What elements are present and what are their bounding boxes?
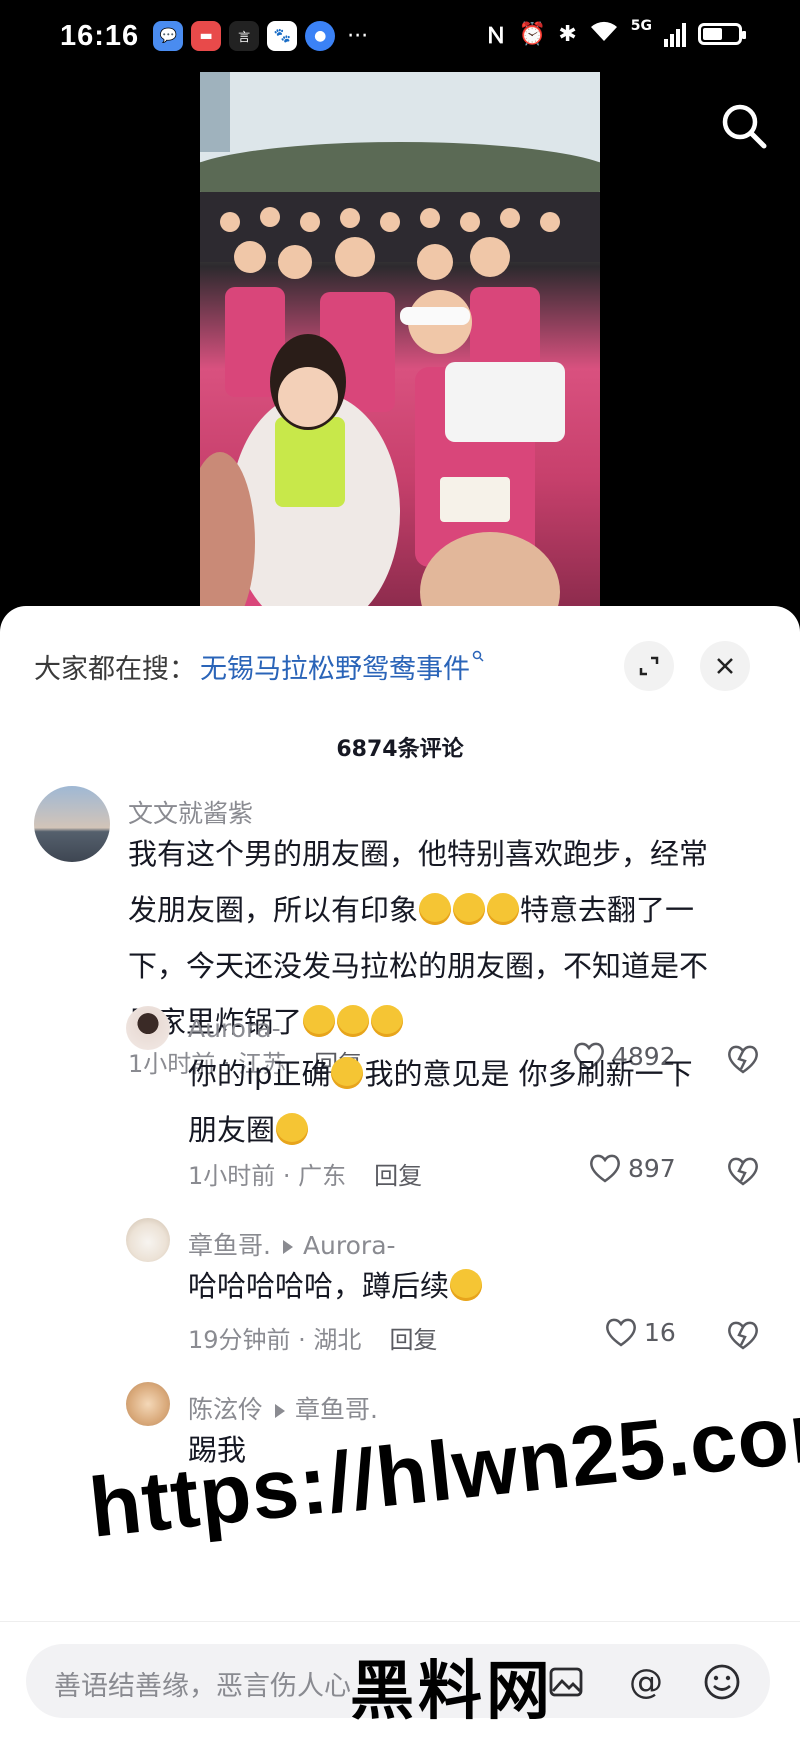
mention-icon[interactable]: @ [626, 1662, 666, 1702]
comment-line: 下，今天还没发马拉松的朋友圈，不知道是不 [128, 949, 709, 983]
trending-search-link[interactable]: 无锡马拉松野鸳鸯事件 [200, 647, 470, 686]
comment-text: 你的ip正确 我的意见是 你多刷新一下 朋友圈 [188, 1046, 768, 1158]
comment-line-part: 你的ip正确 [188, 1057, 331, 1091]
search-icon[interactable] [718, 100, 770, 152]
avatar[interactable] [34, 786, 110, 862]
reply-button[interactable]: 回复 [374, 1162, 422, 1190]
baidu-app-icon: 🐾 [267, 21, 298, 51]
laugh-cry-emoji-icon [453, 893, 486, 925]
search-small-icon [472, 650, 484, 666]
avatar[interactable] [126, 1382, 170, 1426]
expand-icon [639, 656, 659, 676]
red-app-icon: ▬ [191, 21, 222, 51]
comment-line: 哈哈哈哈哈，蹲后续 [188, 1258, 768, 1314]
comment-line-part: 我的意见是 你多刷新一下 [364, 1057, 693, 1091]
dislike-icon[interactable] [726, 1154, 760, 1188]
dislike-icon[interactable] [726, 1318, 760, 1352]
trending-search-row[interactable]: 大家都在搜： 无锡马拉松野鸳鸯事件 [34, 636, 770, 696]
reply-target[interactable]: 章鱼哥. [295, 1395, 378, 1424]
watermark-site-name: 黑料网 [350, 1655, 554, 1729]
laugh-cry-emoji-icon [487, 893, 520, 925]
reply-author[interactable]: 陈泫伶 [188, 1395, 263, 1424]
signal-icon [664, 21, 686, 47]
like-button[interactable]: 16 [604, 1316, 676, 1348]
alarm-icon: ⏰ [518, 21, 547, 47]
nfc-icon: Ｎ [484, 24, 507, 49]
trending-prefix: 大家都在搜： [34, 653, 196, 685]
comment-item: 文文就酱紫 我有这个男的朋友圈，他特别喜欢跑步，经常 发朋友圈，所以有印象 特意去… [0, 786, 800, 1078]
reply-target[interactable]: Aurora- [303, 1231, 396, 1260]
like-button[interactable]: 897 [588, 1152, 676, 1184]
comment-username: 陈泫伶 章鱼哥. [188, 1390, 378, 1426]
reply-arrow-icon [275, 1404, 286, 1418]
comment-line-part: 特意去翻了一 [520, 893, 695, 927]
expand-button[interactable] [624, 641, 674, 691]
close-button[interactable] [700, 641, 750, 691]
emoji-icon[interactable] [702, 1662, 742, 1702]
reply-arrow-icon [282, 1240, 293, 1254]
battery-icon [698, 23, 746, 45]
comment-text: 哈哈哈哈哈，蹲后续 [188, 1258, 768, 1314]
text-app-icon: 言 [229, 21, 260, 51]
reply-item: 章鱼哥. Aurora- 哈哈哈哈哈，蹲后续 19分钟前 · 湖北 回复 16 [0, 1218, 800, 1368]
status-bar: 16:16 💬 ▬ 言 🐾 ● ··· Ｎ ⏰ ✱ 5G [0, 0, 800, 72]
status-right: Ｎ ⏰ ✱ 5G [484, 18, 746, 50]
comment-username: 章鱼哥. Aurora- [188, 1226, 396, 1262]
status-time: 16:16 [60, 19, 140, 52]
like-count: 897 [628, 1153, 676, 1183]
comment-meta: 19分钟前 · 湖北 回复 [188, 1320, 437, 1355]
notification-icons: 💬 ▬ 言 🐾 ● ··· [153, 21, 368, 51]
comment-meta: 1小时前 · 广东 回复 [188, 1156, 422, 1191]
comment-line-part: 发朋友圈，所以有印象 [128, 893, 419, 927]
comment-line: 朋友圈 [188, 1102, 768, 1158]
heart-icon [590, 1154, 620, 1183]
avatar[interactable] [126, 1006, 170, 1050]
network-type: 5G [630, 18, 652, 34]
wifi-icon [589, 19, 619, 49]
laugh-cry-emoji-icon [450, 1269, 483, 1301]
avatar[interactable] [126, 1218, 170, 1262]
message-app-icon: 💬 [153, 21, 184, 51]
comment-count: 6874条评论 [336, 737, 464, 762]
heart-icon [606, 1318, 636, 1347]
grin-emoji-icon [276, 1113, 309, 1145]
reply-item: Aurora- 你的ip正确 我的意见是 你多刷新一下 朋友圈 1小时前 · 广东… [0, 1006, 800, 1196]
video-player[interactable] [0, 72, 800, 612]
reply-button[interactable]: 回复 [389, 1326, 437, 1354]
comment-line-part: 哈哈哈哈哈，蹲后续 [188, 1269, 450, 1303]
comment-line: 我有这个男的朋友圈，他特别喜欢跑步，经常 [128, 837, 709, 871]
comment-line: 你的ip正确 我的意见是 你多刷新一下 [188, 1046, 768, 1102]
comment-input-placeholder: 善语结善缘，恶言伤人心 [54, 1671, 351, 1702]
like-count: 16 [644, 1317, 676, 1347]
smile-emoji-icon [331, 1057, 364, 1089]
video-frame-image [200, 72, 600, 612]
comment-sheet: 大家都在搜： 无锡马拉松野鸳鸯事件 6874条评论 文文就酱紫 我有这个男的朋友… [0, 606, 800, 1741]
comment-time-location: 19分钟前 · 湖北 [188, 1326, 362, 1354]
comment-line: 发朋友圈，所以有印象 特意去翻了一 [128, 882, 778, 938]
reply-author[interactable]: 章鱼哥. [188, 1231, 271, 1260]
laugh-cry-emoji-icon [419, 893, 452, 925]
bluetooth-icon: ✱ [558, 21, 577, 47]
comment-line-part: 朋友圈 [188, 1113, 276, 1147]
comment-username[interactable]: 文文就酱紫 [128, 794, 253, 830]
close-icon [717, 658, 733, 674]
more-notifications-icon: ··· [347, 23, 369, 49]
browser-app-icon: ● [305, 21, 336, 51]
comment-time-location: 1小时前 · 广东 [188, 1162, 347, 1190]
comment-username[interactable]: Aurora- [188, 1014, 281, 1043]
